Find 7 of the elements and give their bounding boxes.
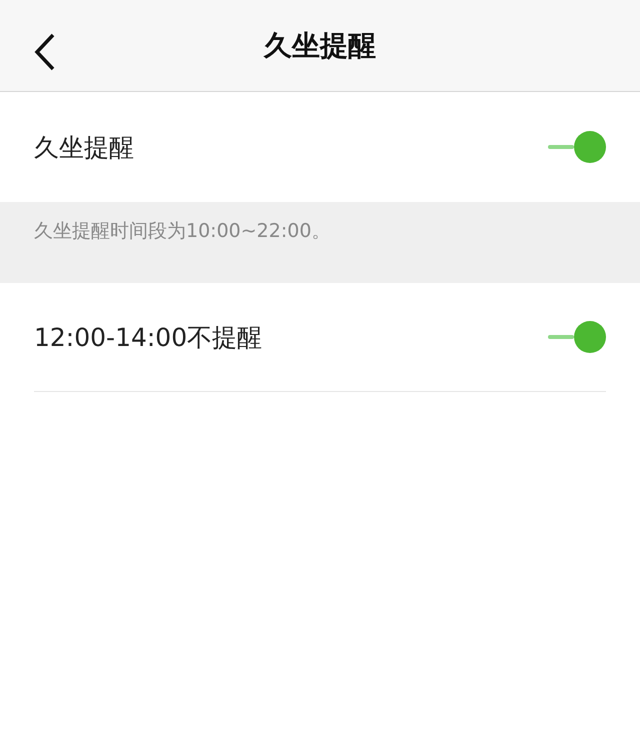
back-icon — [34, 33, 56, 71]
note-text: 久坐提醒时间段为10:00~22:00。 — [34, 220, 330, 242]
page-title: 久坐提醒 — [264, 28, 376, 64]
setting-label: 12:00-14:00不提醒 — [34, 322, 262, 354]
toggle-switch[interactable] — [546, 320, 606, 354]
setting-label: 久坐提醒 — [34, 132, 134, 164]
toggle-switch[interactable] — [546, 130, 606, 164]
